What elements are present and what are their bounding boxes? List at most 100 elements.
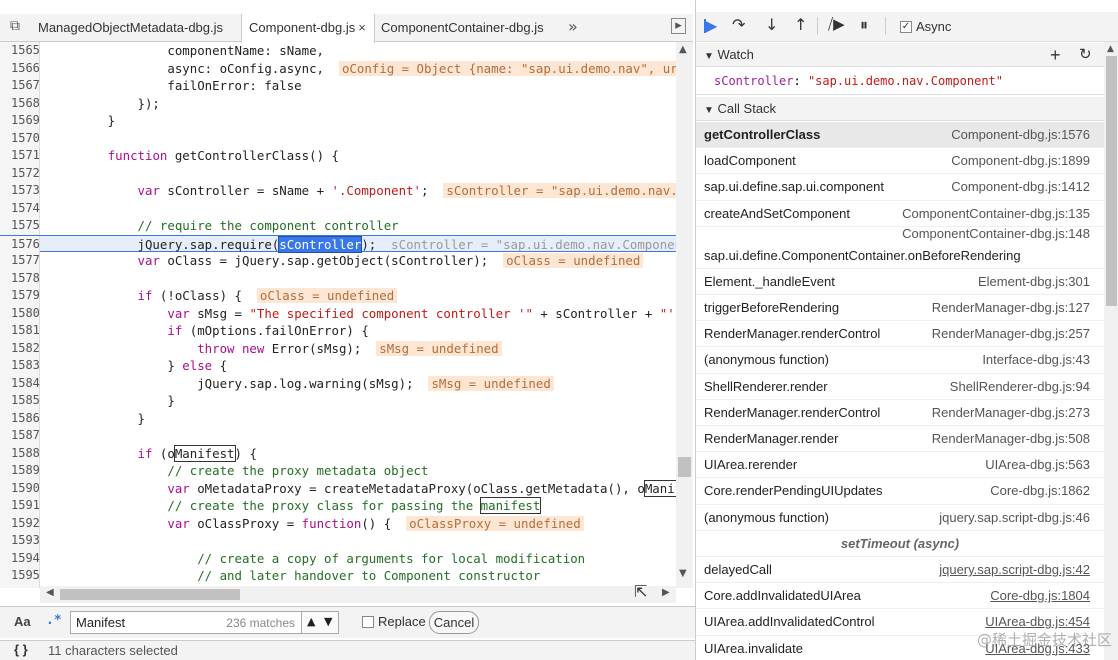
line-number[interactable]: 1584 [0, 374, 40, 392]
line-number[interactable]: 1566 [0, 59, 40, 77]
code-line[interactable]: 1574 [0, 199, 676, 217]
call-frame[interactable]: ShellRenderer.render ShellRenderer-dbg.js… [696, 374, 1104, 400]
tab-managed-object-metadata[interactable]: ManagedObjectMetadata-dbg.js [38, 14, 238, 42]
line-number[interactable]: 1572 [0, 164, 40, 182]
frame-location[interactable]: ShellRenderer-dbg.js:94 [950, 374, 1090, 400]
tab-component-container[interactable]: ComponentContainer-dbg.js [381, 14, 561, 42]
line-number[interactable]: 1578 [0, 269, 40, 287]
replace-checkbox[interactable] [362, 616, 374, 628]
add-watch-icon[interactable]: + [1050, 43, 1061, 67]
previous-match-icon[interactable]: ▲ [307, 615, 315, 628]
match-case-toggle[interactable]: Aa [14, 614, 31, 629]
code-line[interactable]: 1566 async: oConfig.async, oConfig = Obj… [0, 59, 676, 77]
frame-location[interactable]: Core-dbg.js:1862 [990, 478, 1090, 504]
line-number[interactable]: 1585 [0, 392, 40, 410]
line-number[interactable]: 1569 [0, 112, 40, 130]
call-frame[interactable]: sap.ui.define.sap.ui.component Component-… [696, 174, 1104, 201]
code-line[interactable]: 1565 componentName: sName, [0, 42, 676, 60]
call-frame[interactable]: getControllerClass Component-dbg.js:1576 [696, 122, 1104, 149]
code-line[interactable]: 1573 var sController = sName + '.Compone… [0, 182, 676, 200]
code-line[interactable]: 1572 [0, 164, 676, 182]
line-number[interactable]: 1586 [0, 409, 40, 427]
code-line[interactable]: 1586 } [0, 409, 676, 427]
code-line[interactable]: 1595 // and later handover to Component … [0, 567, 676, 585]
call-frame[interactable]: Element._handleEvent Element-dbg.js:301 [696, 269, 1104, 295]
frame-location[interactable]: RenderManager-dbg.js:127 [932, 295, 1090, 321]
line-number[interactable]: 1583 [0, 357, 40, 375]
code-line[interactable]: 1582 throw new Error(sMsg); sMsg = undef… [0, 339, 676, 357]
line-number[interactable]: 1593 [0, 532, 40, 550]
line-number[interactable]: 1574 [0, 199, 40, 217]
code-line[interactable]: 1594 // create a copy of arguments for l… [0, 549, 676, 567]
call-frame[interactable]: UIArea.rerender UIArea-dbg.js:563 [696, 452, 1104, 479]
frame-location[interactable]: RenderManager-dbg.js:273 [932, 400, 1090, 426]
line-number[interactable]: 1573 [0, 182, 40, 200]
sidebar-scrollbar[interactable]: ▲ [1104, 42, 1118, 660]
cancel-button[interactable]: Cancel [429, 611, 479, 634]
frame-location[interactable]: jquery.sap.script-dbg.js:42 [939, 557, 1090, 583]
line-number[interactable]: 1577 [0, 252, 40, 270]
frame-location[interactable]: RenderManager-dbg.js:508 [932, 426, 1090, 452]
call-frame[interactable]: triggerBeforeRendering RenderManager-dbg.… [696, 295, 1104, 322]
line-number[interactable]: 1588 [0, 444, 40, 462]
line-number[interactable]: 1567 [0, 77, 40, 95]
call-frame[interactable]: sap.ui.define.ComponentContainer.onBefor… [696, 226, 1104, 269]
line-number[interactable]: 1587 [0, 427, 40, 445]
deactivate-breakpoints-icon[interactable]: ⧸▶ [828, 15, 845, 33]
line-number[interactable]: 1581 [0, 322, 40, 340]
refresh-icon[interactable]: ↻ [1079, 43, 1092, 67]
code-line[interactable]: 1568 }); [0, 94, 676, 112]
scroll-up-icon[interactable]: ▲ [1107, 44, 1114, 54]
line-number[interactable]: 1565 [0, 42, 40, 60]
scroll-right-icon[interactable]: ▶ [662, 587, 670, 598]
code-line[interactable]: 1589 // create the proxy metadata object [0, 462, 676, 480]
call-frame[interactable]: delayedCall jquery.sap.script-dbg.js:42 [696, 557, 1104, 584]
line-number[interactable]: 1594 [0, 549, 40, 567]
call-frame[interactable]: Core.renderPendingUIUpdates Core-dbg.js:1… [696, 478, 1104, 505]
code-line[interactable]: 1581 if (mOptions.failOnError) { [0, 322, 676, 340]
frame-location[interactable]: RenderManager-dbg.js:257 [932, 321, 1090, 347]
call-stack-header[interactable]: ▼ Call Stack [696, 97, 1104, 121]
step-over-icon[interactable]: ↷ [732, 15, 745, 34]
code-line[interactable]: 1580 var sMsg = "The specified component… [0, 304, 676, 322]
code-line[interactable]: 1570 [0, 129, 676, 147]
watch-section-header[interactable]: ▼ Watch + ↻ [696, 43, 1104, 67]
code-line[interactable]: 1575 // require the component controller [0, 217, 676, 235]
current-execution-line[interactable]: 1576 jQuery.sap.require(sController); sC… [0, 234, 676, 253]
scroll-down-icon[interactable]: ▼ [679, 568, 687, 579]
frame-location[interactable]: ComponentContainer-dbg.js:148 [902, 221, 1090, 247]
frame-location[interactable]: Component-dbg.js:1412 [951, 174, 1090, 200]
line-number[interactable]: 1571 [0, 147, 40, 165]
frame-location[interactable]: UIArea-dbg.js:563 [985, 452, 1090, 478]
code-line[interactable]: 1571 function getControllerClass() { [0, 147, 676, 165]
call-frame[interactable]: RenderManager.render RenderManager-dbg.js… [696, 426, 1104, 453]
scroll-thumb[interactable] [1106, 56, 1117, 306]
code-line[interactable]: 1588 if (oManifest) { [0, 444, 676, 462]
line-number[interactable]: 1568 [0, 94, 40, 112]
scroll-up-icon[interactable]: ▲ [679, 44, 687, 55]
more-tabs-icon[interactable]: » [568, 17, 578, 36]
call-frame[interactable]: RenderManager.renderControl RenderManager… [696, 400, 1104, 426]
code-line[interactable]: 1584 jQuery.sap.log.warning(sMsg); sMsg … [0, 374, 676, 392]
code-area[interactable]: 1565 componentName: sName, 1566 async: oC… [0, 42, 676, 588]
line-number[interactable]: 1570 [0, 129, 40, 147]
scroll-thumb[interactable] [678, 457, 691, 477]
frame-location[interactable]: Component-dbg.js:1899 [951, 148, 1090, 174]
line-number[interactable]: 1595 [0, 567, 40, 585]
horizontal-scrollbar[interactable]: ◀ ⇱ ▶ [40, 582, 676, 603]
step-into-icon[interactable]: ↓ [765, 15, 778, 34]
frame-location[interactable]: Interface-dbg.js:43 [982, 347, 1090, 373]
close-icon[interactable]: × [358, 20, 366, 35]
code-line[interactable]: 1579 if (!oClass) { oClass = undefined [0, 287, 676, 305]
pretty-print-icon[interactable]: { } [14, 642, 28, 657]
tab-component[interactable]: Component-dbg.js × [241, 14, 375, 43]
code-line[interactable]: 1590 var oMetadataProxy = createMetadata… [0, 479, 676, 497]
line-number[interactable]: 1591 [0, 497, 40, 515]
line-number[interactable]: 1592 [0, 514, 40, 532]
search-input[interactable]: Manifest 236 matches [70, 611, 302, 634]
frame-location[interactable]: jquery.sap.script-dbg.js:46 [939, 505, 1090, 531]
scroll-left-icon[interactable]: ◀ [46, 587, 54, 598]
code-line[interactable]: 1591 // create the proxy class for passi… [0, 497, 676, 515]
code-line[interactable]: 1592 var oClassProxy = function() { oCla… [0, 514, 676, 532]
next-match-icon[interactable]: ▼ [324, 615, 332, 628]
